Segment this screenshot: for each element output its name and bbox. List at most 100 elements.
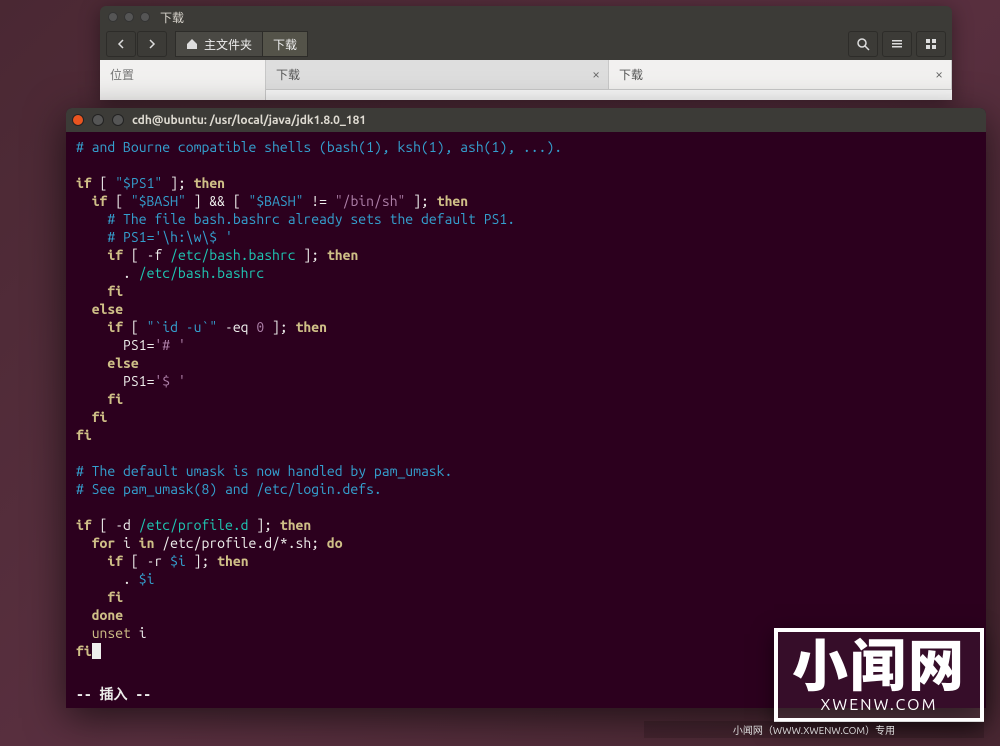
code-token: do [327,535,343,551]
list-icon [890,37,904,51]
code-token: ]; [405,193,436,209]
code-token: [ [92,175,116,191]
code-token: else [92,301,123,317]
code-token: . [123,571,139,587]
tab-downloads-1[interactable]: 下载 × [266,60,609,89]
code-token: else [107,355,138,371]
code-token: "/bin/sh" [335,193,406,209]
code-token: then [217,553,248,569]
home-icon [186,38,198,50]
code-token: [ -f [123,247,170,263]
code-token: unset [92,625,131,641]
search-icon [856,37,870,51]
watermark-footer: 小闻网（WWW.XWENW.COM）专用 [644,721,984,738]
code-token: if [92,193,108,209]
file-manager-titlebar[interactable]: 下载 [100,6,952,28]
code-token: fi [107,283,123,299]
code-token: if [107,319,123,335]
window-controls [108,12,150,22]
code-token: ]; [249,517,280,533]
file-manager-toolbar: 主文件夹 下载 [100,28,952,60]
close-icon[interactable] [108,12,118,22]
code-token: fi [76,643,92,659]
close-icon[interactable]: × [935,66,943,82]
view-list-button[interactable] [882,31,912,57]
code-token: [ -d [92,517,139,533]
code-line: # PS1='\h:\w\$ ' [107,229,232,245]
tab-downloads-2[interactable]: 下载 × [609,60,952,89]
file-manager-window: 下载 主文件夹 下载 位置 [100,6,952,100]
terminal-title: cdh@ubuntu: /usr/local/java/jdk1.8.0_181 [132,114,366,127]
text-cursor [92,643,101,659]
code-token: . [123,265,139,281]
code-token: i [115,535,139,551]
tab-label: 下载 [619,66,643,83]
code-token: [ [225,193,249,209]
code-token: if [107,553,123,569]
terminal-titlebar[interactable]: cdh@ubuntu: /usr/local/java/jdk1.8.0_181 [66,108,986,132]
close-icon[interactable]: × [592,66,600,82]
code-token: done [92,607,123,623]
tab-label: 下载 [276,66,300,83]
code-token: in [139,535,155,551]
code-token: then [437,193,468,209]
code-token: PS1= [123,337,154,353]
code-token: ]; [186,553,217,569]
maximize-icon[interactable] [112,114,124,126]
code-token: then [296,319,327,335]
breadcrumb-home[interactable]: 主文件夹 [175,31,263,57]
code-token: then [280,517,311,533]
code-token: if [76,175,92,191]
forward-button[interactable] [137,31,167,57]
code-token: != [303,193,334,209]
breadcrumb-downloads-label: 下载 [273,36,297,53]
breadcrumb-home-label: 主文件夹 [204,36,252,53]
code-token: "`id -u`" [147,319,218,335]
breadcrumb-downloads[interactable]: 下载 [262,31,308,57]
code-token: "$BASH" [249,193,304,209]
watermark-text: 小闻网 [792,638,966,694]
code-token: ]; [296,247,327,263]
code-token: /etc/bash.bashrc [139,265,264,281]
code-line: # The default umask is now handled by pa… [76,463,452,479]
code-token: /etc/profile.d [139,517,249,533]
code-token: fi [107,589,123,605]
code-token: /etc/profile.d/*.sh; [154,535,326,551]
code-token: for [92,535,116,551]
search-button[interactable] [848,31,878,57]
code-token: fi [107,391,123,407]
code-token: "$BASH" [131,193,186,209]
watermark: 小闻网 XWENW.COM [774,628,984,722]
file-tabs: 下载 × 下载 × [266,60,952,90]
watermark-url: XWENW.COM [792,696,966,714]
code-token: ] [186,193,210,209]
code-token: then [327,247,358,263]
code-token: ]; [162,175,193,191]
code-token: [ [123,319,147,335]
view-grid-button[interactable] [916,31,946,57]
code-token: /etc/bash.bashrc [170,247,295,263]
grid-icon [924,37,938,51]
minimize-icon[interactable] [124,12,134,22]
code-token: if [107,247,123,263]
maximize-icon[interactable] [140,12,150,22]
close-icon[interactable] [72,114,84,126]
minimize-icon[interactable] [92,114,104,126]
code-token: [ -r [123,553,170,569]
window-title: 下载 [160,9,184,26]
breadcrumb: 主文件夹 下载 [175,31,308,57]
back-button[interactable] [106,31,136,57]
code-token: fi [92,409,108,425]
code-token: then [194,175,225,191]
code-line: # and Bourne compatible shells (bash(1),… [76,139,562,155]
code-token: if [76,517,92,533]
code-token: $i [170,553,186,569]
code-token: [ [107,193,131,209]
code-token: $i [139,571,155,587]
code-token: "$PS1" [115,175,162,191]
code-token: fi [76,427,92,443]
terminal-body[interactable]: # and Bourne compatible shells (bash(1),… [66,132,986,684]
code-line: # The file bash.bashrc already sets the … [107,211,515,227]
sidebar: 位置 [100,60,266,100]
code-token: PS1= [123,373,154,389]
